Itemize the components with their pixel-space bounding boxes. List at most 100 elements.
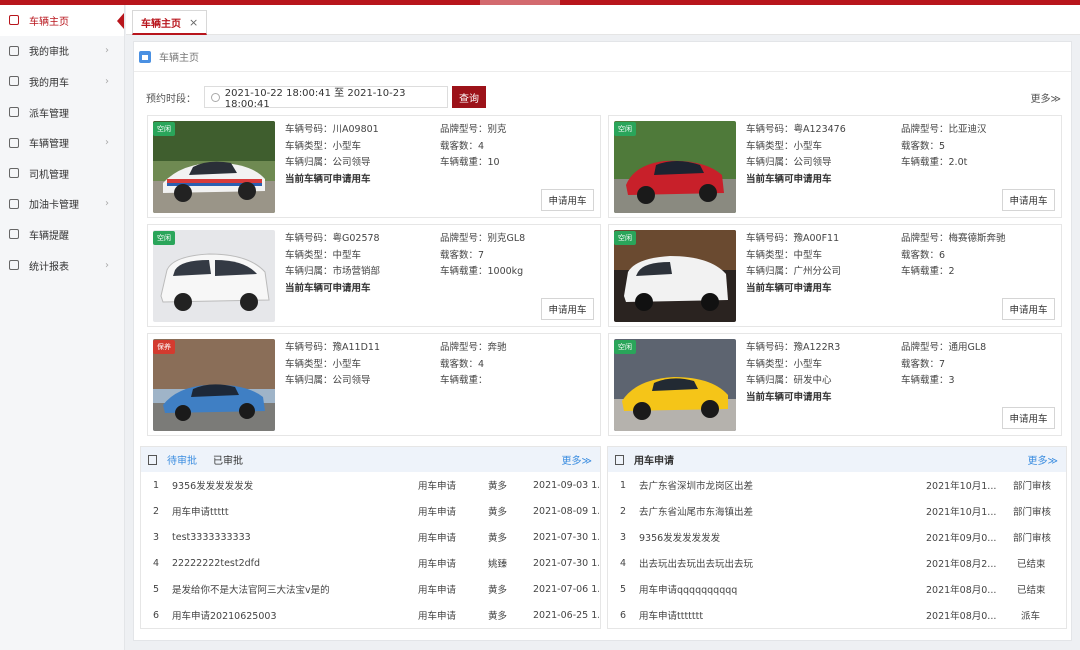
requests-header: 用车申请 更多≫ <box>608 447 1066 472</box>
brand-model: 品牌型号：别克 <box>440 124 507 135</box>
vehicle-load: 车辆载重：2 <box>901 266 955 277</box>
list-item[interactable]: 4 22222222test2dfd 用车申请 姚臻 2021-07-30 1... <box>141 550 600 576</box>
row-date: 2021-08-09 1... <box>533 505 599 517</box>
list-item[interactable]: 3 9356发发发发发发 2021年09月0... 部门审核 <box>608 524 1066 550</box>
row-title: 用车申请qqqqqqqqqq <box>639 585 738 596</box>
list-item[interactable]: 6 用车申请ttttttt 2021年08月0... 派车 <box>608 602 1066 628</box>
date-range-value: 2021-10-22 18:00:41 至 2021-10-23 18:00:4… <box>224 88 406 110</box>
availability-text: 当前车辆可申请用车 <box>746 282 832 294</box>
plate-number: 车辆号码：川A09801 <box>285 124 379 135</box>
row-number: 2 <box>153 505 160 517</box>
sidebar-item-label: 车辆管理 <box>29 139 69 151</box>
requests-panel: 用车申请 更多≫ 1 去广东省深圳市龙岗区出差 2021年10月1... 部门审核 2… <box>607 446 1067 629</box>
tab-pending-approval[interactable]: 待审批 <box>167 452 197 467</box>
list-item[interactable]: 5 是发给你不是大法官阿三大法宝v是的 用车申请 黄多 2021-07-06 1... <box>141 576 600 602</box>
row-date: 2021-07-06 1... <box>533 583 599 595</box>
availability-text: 当前车辆可申请用车 <box>285 282 371 294</box>
row-type: 用车申请 <box>418 533 457 544</box>
driver-icon <box>9 168 19 179</box>
chevron-right-icon: › <box>105 198 109 210</box>
row-number: 1 <box>620 479 627 491</box>
list-item[interactable]: 2 去广东省汕尾市东海镇出差 2021年10月1... 部门审核 <box>608 498 1066 524</box>
status-badge: 空闲 <box>614 122 636 136</box>
vehicle-info: 车辆号码：粤A123476 品牌型号：比亚迪汉 车辆类型：小型车 载客数：5 车辆归… <box>746 122 1056 188</box>
tab-bar: 车辆主页 × <box>126 5 1080 35</box>
close-icon[interactable]: × <box>189 16 198 29</box>
vehicle-info: 车辆号码：豫A11D11 品牌型号：奔驰 车辆类型：小型车 载客数：4 车辆归属：公… <box>285 340 595 390</box>
more-vehicles-link[interactable]: 更多≫ <box>1031 90 1061 105</box>
plate-number: 车辆号码：粤A123476 <box>746 124 846 135</box>
sidebar-item-my-approvals[interactable]: 我的审批 › <box>0 36 124 67</box>
main-panel: 车辆主页 预约时段： 2021-10-22 18:00:41 至 2021-10… <box>133 41 1072 641</box>
sidebar-item-dispatch[interactable]: 派车管理 <box>0 97 124 128</box>
filter-label: 预约时段： <box>146 93 196 105</box>
fuel-icon <box>9 198 19 209</box>
row-status: 部门审核 <box>1013 481 1052 492</box>
vehicle-type: 车辆类型：小型车 <box>285 358 362 370</box>
sidebar-item-my-vehicle-use[interactable]: 我的用车 › <box>0 66 124 97</box>
row-title: 用车申请20210625003 <box>172 611 277 622</box>
row-title: 9356发发发发发发 <box>639 533 721 544</box>
sidebar-item-driver-management[interactable]: 司机管理 <box>0 158 124 189</box>
apply-vehicle-button[interactable]: 申请用车 <box>1002 298 1055 320</box>
vehicle-card: 空闲 车辆号码：粤G02578 品牌型号：别克GL8 车辆类型：中型车 载客数：7 … <box>147 224 601 327</box>
row-number: 1 <box>153 479 160 491</box>
seat-count: 载客数：7 <box>440 249 485 261</box>
apply-vehicle-button[interactable]: 申请用车 <box>541 298 594 320</box>
apply-vehicle-button[interactable]: 申请用车 <box>541 189 594 211</box>
list-item[interactable]: 1 9356发发发发发发 用车申请 黄多 2021-09-03 1... <box>141 472 600 498</box>
car-icon <box>9 76 19 87</box>
row-title: 22222222test2dfd <box>172 557 261 569</box>
apply-vehicle-button[interactable]: 申请用车 <box>1002 407 1055 429</box>
list-item[interactable]: 4 出去玩出去玩出去玩出去玩 2021年08月2... 已结束 <box>608 550 1066 576</box>
row-user: 黄多 <box>488 481 508 492</box>
requests-list: 1 去广东省深圳市龙岗区出差 2021年10月1... 部门审核 2 去广东省汕尾市东海… <box>608 472 1066 628</box>
tab-approved[interactable]: 已审批 <box>213 452 243 467</box>
requests-more-link[interactable]: 更多≫ <box>1028 452 1058 467</box>
sidebar-item-vehicle-reminder[interactable]: 车辆提醒 <box>0 219 124 250</box>
vehicle-info: 车辆号码：豫A122R3 品牌型号：通用GL8 车辆类型：小型车 载客数：7 车辆归… <box>746 340 1056 406</box>
sidebar-item-label: 车辆主页 <box>29 16 69 28</box>
tab-label: 车辆主页 <box>141 18 181 30</box>
row-title: 出去玩出去玩出去玩出去玩 <box>639 559 754 570</box>
row-number: 2 <box>620 505 627 517</box>
vehicle-card: 空闲 车辆号码：川A09801 品牌型号：别克 车辆类型：小型车 载客数：4 车辆归… <box>147 115 601 218</box>
vehicle-owner: 车辆归属：公司领导 <box>285 375 371 386</box>
brand-model: 品牌型号：比亚迪汉 <box>901 124 987 135</box>
vehicle-load: 车辆载重：1000kg <box>440 266 524 277</box>
row-status: 部门审核 <box>1013 533 1052 544</box>
status-badge: 空闲 <box>614 231 636 245</box>
row-title: test3333333333 <box>172 531 251 543</box>
query-button[interactable]: 查询 <box>452 86 486 108</box>
list-item[interactable]: 1 去广东省深圳市龙岗区出差 2021年10月1... 部门审核 <box>608 472 1066 498</box>
row-date: 2021-09-03 1... <box>533 479 599 491</box>
tab-vehicle-home[interactable]: 车辆主页 × <box>132 10 208 35</box>
vehicle-card: 保养 车辆号码：豫A11D11 品牌型号：奔驰 车辆类型：小型车 载客数：4 车辆归… <box>147 333 601 436</box>
list-item[interactable]: 5 用车申请qqqqqqqqqq 2021年08月0... 已结束 <box>608 576 1066 602</box>
car-icon <box>9 137 19 148</box>
sidebar-item-reports[interactable]: 统计报表 › <box>0 250 124 281</box>
row-number: 5 <box>153 583 160 595</box>
list-item[interactable]: 3 test3333333333 用车申请 黄多 2021-07-30 1... <box>141 524 600 550</box>
sidebar-item-vehicle-management[interactable]: 车辆管理 › <box>0 127 124 158</box>
home-icon <box>139 50 151 63</box>
list-item[interactable]: 6 用车申请20210625003 用车申请 黄多 2021-06-25 1... <box>141 602 600 628</box>
row-date: 2021-07-30 1... <box>533 557 599 569</box>
plate-number: 车辆号码：豫A122R3 <box>746 342 841 353</box>
plate-number: 车辆号码：豫A11D11 <box>285 342 380 353</box>
brand-model: 品牌型号：别克GL8 <box>440 233 526 244</box>
apply-vehicle-button[interactable]: 申请用车 <box>1002 189 1055 211</box>
approvals-header: 待审批 已审批 更多≫ <box>141 447 600 472</box>
approvals-more-link[interactable]: 更多≫ <box>562 452 592 467</box>
vehicle-info: 车辆号码：豫A00F11 品牌型号：梅赛德斯奔驰 车辆类型：中型车 载客数：6 车辆… <box>746 231 1056 297</box>
checkbox-icon <box>9 45 19 56</box>
approvals-list: 1 9356发发发发发发用车申请 黄多 2021-09-03 1... 2用车申请tt… <box>141 472 600 628</box>
date-range-input[interactable]: 2021-10-22 18:00:41 至 2021-10-23 18:00:4… <box>204 86 448 110</box>
sidebar-item-vehicle-home[interactable]: 车辆主页 <box>0 5 124 36</box>
breadcrumb-label: 车辆主页 <box>159 53 199 64</box>
sidebar-item-label: 司机管理 <box>29 169 69 181</box>
row-title: 9356发发发发发发 <box>172 481 254 492</box>
list-item[interactable]: 2 用车申请ttttt 用车申请 黄多 2021-08-09 1... <box>141 498 600 524</box>
sidebar-item-fuel-card[interactable]: 加油卡管理 › <box>0 189 124 220</box>
row-number: 6 <box>153 609 160 621</box>
